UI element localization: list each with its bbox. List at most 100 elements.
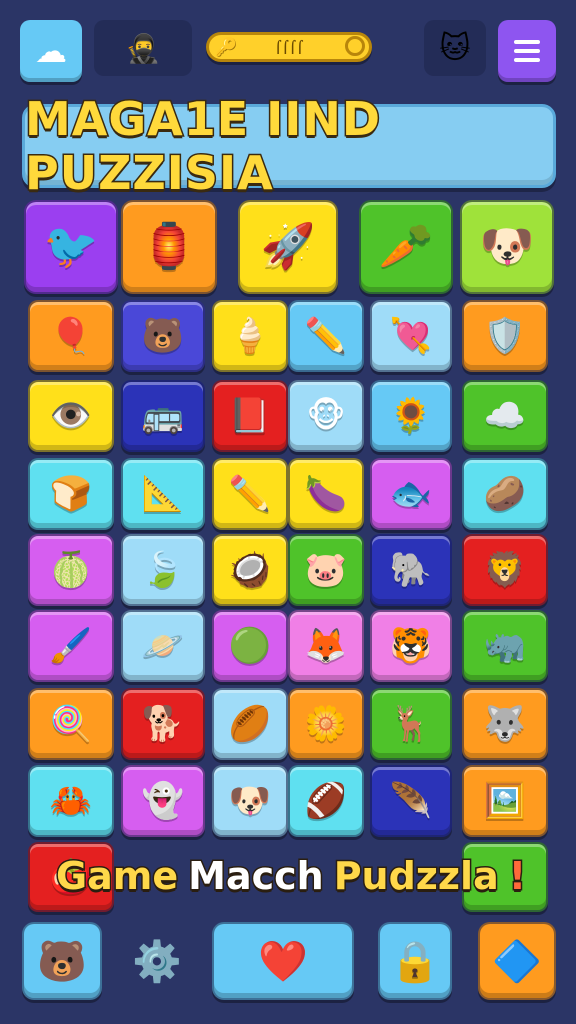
- bottom-button-1[interactable]: 🐻: [22, 922, 102, 1000]
- bottom-button-5[interactable]: 🔷: [478, 922, 556, 1000]
- pet-panel[interactable]: 🐱: [424, 20, 486, 76]
- grid-tile-r7-c3[interactable]: 🐶: [212, 765, 288, 837]
- grid-tile-r7-c2[interactable]: 👻: [121, 765, 205, 837]
- cloud-button[interactable]: ☁: [20, 20, 82, 82]
- bottom-button-2[interactable]: ⚙️: [124, 922, 190, 1000]
- grid-tile-r1-c6[interactable]: 🛡️: [462, 300, 548, 372]
- ruler-icon: 📐: [141, 474, 185, 514]
- grid-tile-r5-c2[interactable]: 🪐: [121, 610, 205, 682]
- grid-tile-r2-c1[interactable]: 👁️: [28, 380, 114, 452]
- grid-tile-r3-c6[interactable]: 🥔: [462, 458, 548, 530]
- grid-tile-r6-c2[interactable]: 🐕: [121, 688, 205, 760]
- grid-tile-r6-c1[interactable]: 🍭: [28, 688, 114, 760]
- title-banner: MAGA1E IIND PUZZISIA: [22, 91, 556, 202]
- grid-tile-r7-c4[interactable]: 🏈: [288, 765, 364, 837]
- balloon-icon: 🎈: [49, 316, 93, 356]
- grid-tile-r2-c2[interactable]: 🚌: [121, 380, 205, 452]
- grid-tile-r1-c1[interactable]: 🎈: [28, 300, 114, 372]
- grid-tile-r2-c6[interactable]: ☁️: [462, 380, 548, 452]
- grid-tile-r5-c5[interactable]: 🐯: [370, 610, 452, 682]
- grid-tile-r4-c4[interactable]: 🐷: [288, 534, 364, 606]
- crab-icon: 🦀: [49, 781, 93, 821]
- bread-icon: 🍞: [49, 474, 93, 514]
- grid-tile-r1-c3[interactable]: 🍦: [212, 300, 288, 372]
- key-progress-icon: 🔑: [215, 37, 238, 58]
- subtitle-word-1: Game: [54, 853, 179, 900]
- page-title: MAGA1E IIND PUZZISIA: [24, 91, 382, 202]
- grid-tile-r1-c4[interactable]: ✏️: [288, 300, 364, 372]
- grid-tile-r7-c6[interactable]: 🖼️: [462, 765, 548, 837]
- eggplant-icon: 🍆: [304, 474, 348, 514]
- grid-tile-r5-c3[interactable]: 🟢: [212, 610, 288, 682]
- grid-tile-r4-c3[interactable]: 🥥: [212, 534, 288, 606]
- top-tile-4[interactable]: 🥕: [359, 200, 453, 294]
- grid-tile-r6-c5[interactable]: 🦌: [370, 688, 452, 760]
- gear-icon: ⚙️: [132, 938, 182, 985]
- grid-tile-r2-c5[interactable]: 🌻: [370, 380, 452, 452]
- bird-icon: 🐦: [43, 221, 99, 272]
- lollipop-icon: 🍭: [49, 704, 93, 744]
- grid-tile-r4-c6[interactable]: 🦁: [462, 534, 548, 606]
- ice-cream-icon: 🍦: [228, 316, 272, 356]
- grid-tile-r4-c5[interactable]: 🐘: [370, 534, 452, 606]
- grid-tile-r5-c6[interactable]: 🦏: [462, 610, 548, 682]
- grid-tile-r2-c3[interactable]: 📕: [212, 380, 288, 452]
- ghost-icon: 👻: [141, 781, 185, 821]
- fish-icon: 🐟: [389, 474, 433, 514]
- grid-tile-r5-c4[interactable]: 🦊: [288, 610, 364, 682]
- grid-tile-r3-c5[interactable]: 🐟: [370, 458, 452, 530]
- game-subtitle: Game Macch Pudzzla !: [54, 846, 527, 906]
- grid-tile-r1-c2[interactable]: 🐻: [121, 300, 205, 372]
- key-end-icon: [345, 36, 365, 56]
- fox-icon: 🦊: [304, 626, 348, 666]
- pet-character-icon: 🐱: [439, 30, 471, 66]
- wolf-icon: 🐺: [483, 704, 527, 744]
- grid-tile-r7-c5[interactable]: 🪶: [370, 765, 452, 837]
- cloud-icon: ☁: [35, 32, 67, 70]
- grid-tile-r3-c3[interactable]: ✏️: [212, 458, 288, 530]
- bus-icon: 🚌: [141, 396, 185, 436]
- avatar-panel[interactable]: 🥷: [94, 20, 192, 76]
- grid-tile-r4-c2[interactable]: 🍃: [121, 534, 205, 606]
- top-tile-2[interactable]: 🏮: [121, 200, 217, 294]
- top-tile-1[interactable]: 🐦: [24, 200, 118, 294]
- pencil-icon: ✏️: [304, 316, 348, 356]
- dog-icon: 🐕: [141, 704, 185, 744]
- grid-tile-r6-c6[interactable]: 🐺: [462, 688, 548, 760]
- puppy-icon: 🐶: [479, 221, 535, 272]
- shield-icon: 🛡️: [483, 316, 527, 356]
- menu-button[interactable]: [498, 20, 556, 82]
- bear-face-icon: 🐻: [37, 938, 87, 985]
- star-badge-icon: 🔷: [492, 938, 542, 985]
- football-icon: 🏈: [304, 781, 348, 821]
- rhino-icon: 🦏: [483, 626, 527, 666]
- monkey-icon: 🐵: [306, 396, 346, 436]
- grid-tile-r2-c4[interactable]: 🐵: [288, 380, 364, 452]
- lion-icon: 🦁: [483, 550, 527, 590]
- carrot-icon: 🥕: [378, 221, 434, 272]
- eye-icon: 👁️: [49, 396, 93, 436]
- potato-icon: 🥔: [483, 474, 527, 514]
- grid-tile-r7-c1[interactable]: 🦀: [28, 765, 114, 837]
- grid-tile-r1-c5[interactable]: 💘: [370, 300, 452, 372]
- bear-icon: 🐻: [141, 316, 185, 356]
- top-tile-5[interactable]: 🐶: [460, 200, 554, 294]
- top-tile-3[interactable]: 🚀: [238, 200, 338, 294]
- progress-bar: 🔑 ⌠⌠⌠⌠: [206, 32, 372, 62]
- grid-tile-r3-c1[interactable]: 🍞: [28, 458, 114, 530]
- flower-icon: 🌼: [304, 704, 348, 744]
- deer-icon: 🦌: [389, 704, 433, 744]
- grid-tile-r6-c3[interactable]: 🏉: [212, 688, 288, 760]
- grid-tile-r4-c1[interactable]: 🍈: [28, 534, 114, 606]
- grid-tile-r5-c1[interactable]: 🖌️: [28, 610, 114, 682]
- subtitle-exclamation: !: [507, 853, 527, 900]
- grid-tile-r3-c2[interactable]: 📐: [121, 458, 205, 530]
- grid-tile-r6-c4[interactable]: 🌼: [288, 688, 364, 760]
- bottom-button-3[interactable]: ❤️: [212, 922, 354, 1000]
- coconut-face-icon: 🥥: [228, 550, 272, 590]
- grid-tile-r3-c4[interactable]: 🍆: [288, 458, 364, 530]
- rugby-ball-icon: 🏉: [228, 704, 272, 744]
- picture-icon: 🖼️: [483, 781, 527, 821]
- bottom-button-4[interactable]: 🔒: [378, 922, 452, 1000]
- planet-icon: 🪐: [141, 626, 185, 666]
